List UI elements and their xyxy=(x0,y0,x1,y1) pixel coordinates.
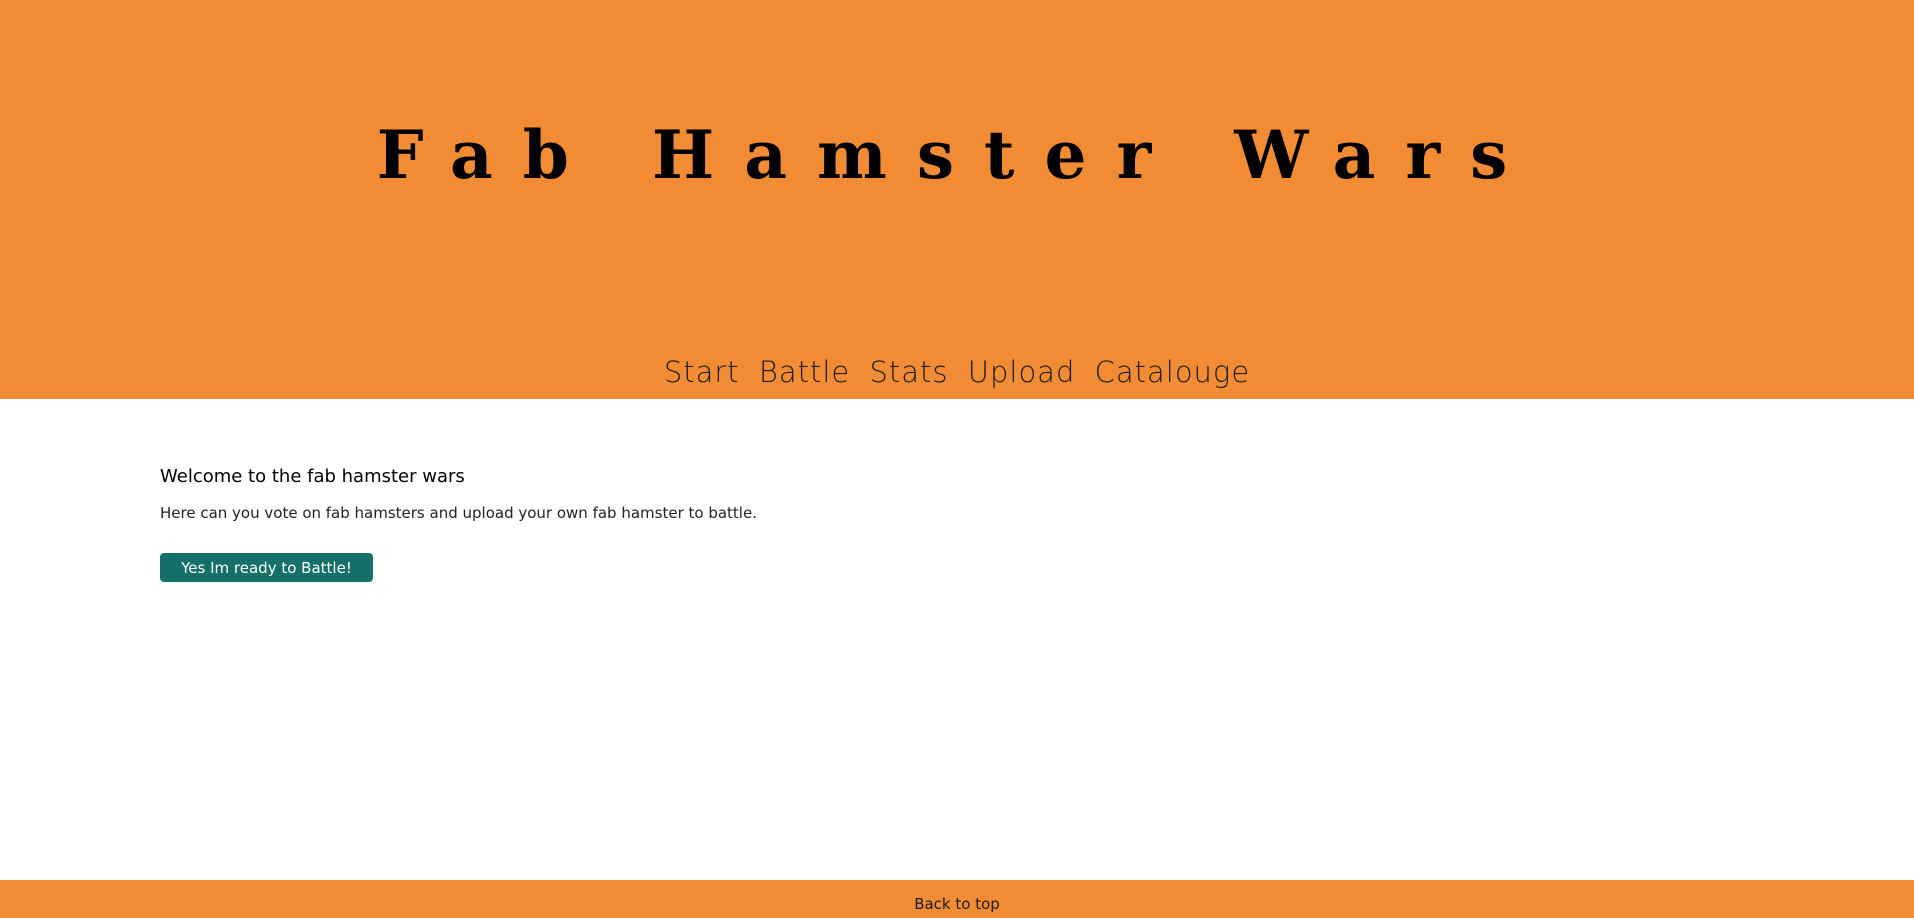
site-title: Fab Hamster Wars xyxy=(376,116,1538,194)
welcome-heading: Welcome to the fab hamster wars xyxy=(160,466,465,487)
nav-link-upload[interactable]: Upload xyxy=(968,355,1076,389)
welcome-description: Here can you vote on fab hamsters and up… xyxy=(160,504,757,522)
nav-link-battle[interactable]: Battle xyxy=(759,355,850,389)
nav-link-stats[interactable]: Stats xyxy=(870,355,949,389)
nav-link-start[interactable]: Start xyxy=(664,355,740,389)
site-header: Fab Hamster Wars Start Battle Stats Uplo… xyxy=(0,0,1914,399)
site-footer: Back to top xyxy=(0,880,1914,918)
main-content: Welcome to the fab hamster wars Here can… xyxy=(160,465,1660,582)
nav-link-catalouge[interactable]: Catalouge xyxy=(1095,355,1251,389)
back-to-top-link[interactable]: Back to top xyxy=(914,895,1000,913)
ready-to-battle-button[interactable]: Yes Im ready to Battle! xyxy=(160,553,373,582)
main-nav: Start Battle Stats Upload Catalouge xyxy=(0,352,1914,392)
